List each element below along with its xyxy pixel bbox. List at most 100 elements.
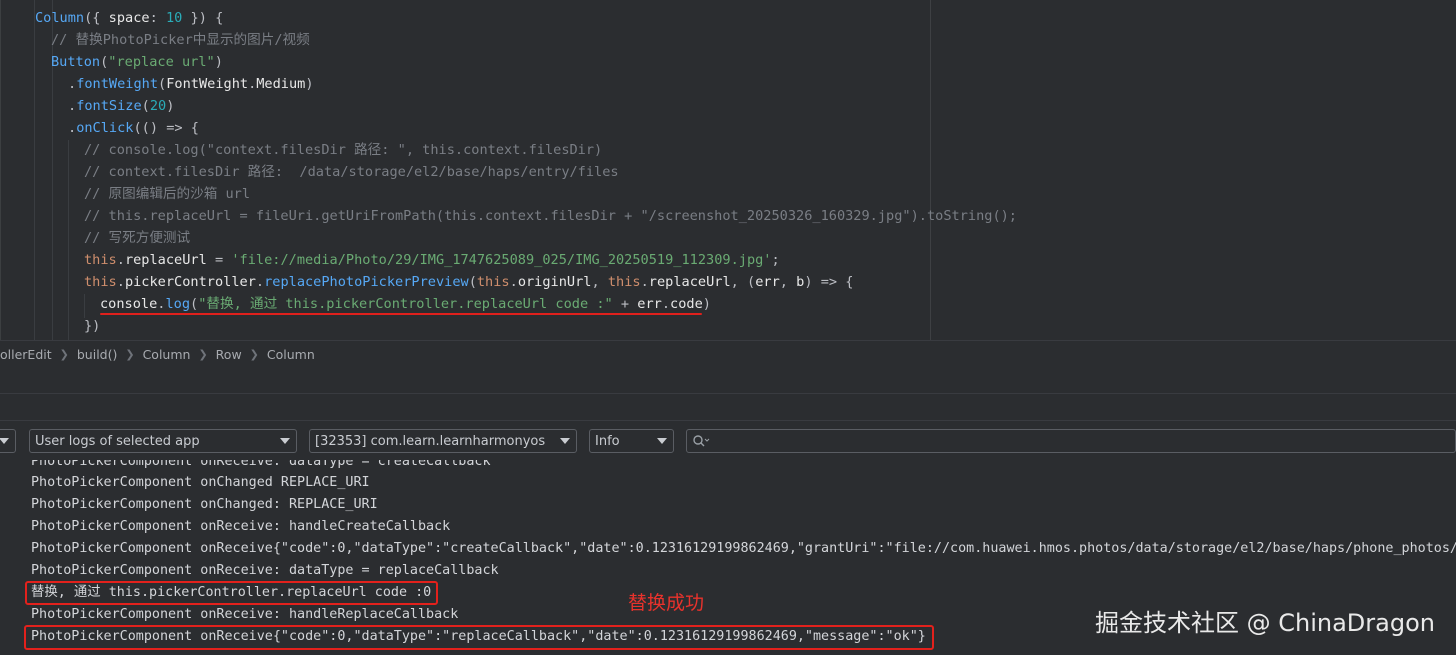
- code-token: 20: [149, 98, 167, 114]
- code-token: ) => {: [804, 274, 854, 290]
- code-line: console. log("替换, 通过 this.pickerControlle…: [100, 293, 711, 315]
- code-token: "替换, 通过 this.pickerController.replaceUrl…: [198, 296, 613, 312]
- log-output[interactable]: PhotoPickerComponent onReceive: dataType…: [0, 460, 1456, 655]
- code-token: .: [68, 120, 77, 136]
- code-token: // context.filesDir 路径: /data/storage/el…: [84, 164, 619, 180]
- code-token: space: [108, 10, 150, 26]
- chevron-right-icon: ❯: [59, 347, 69, 361]
- code-line: Button("replace url"): [51, 51, 223, 73]
- code-token: .: [116, 252, 125, 268]
- code-token: (: [190, 296, 199, 312]
- code-token: +: [612, 296, 638, 312]
- red-underline-annotation: [100, 313, 702, 315]
- code-token: }): [84, 318, 101, 334]
- code-token: FontWeight: [166, 76, 249, 92]
- code-token: Medium: [256, 76, 306, 92]
- log-search-input[interactable]: [686, 429, 1456, 453]
- code-line: // 替换PhotoPicker中显示的图片/视频: [51, 29, 310, 51]
- code-token: 10: [165, 10, 183, 26]
- code-token: .: [116, 274, 125, 290]
- code-token: replacePhotoPickerPreview: [264, 274, 469, 290]
- log-line: PhotoPickerComponent onReceive: dataType…: [31, 563, 499, 578]
- code-token: err: [755, 274, 780, 290]
- code-token: .: [255, 274, 265, 290]
- code-token: ): [214, 54, 223, 70]
- code-token: =: [206, 252, 232, 268]
- log-toolbar: User logs of selected app [32353] com.le…: [0, 420, 1456, 461]
- process-select[interactable]: [32353] com.learn.learnharmonyos: [309, 429, 577, 453]
- code-token: 'file://media/Photo/29/IMG_1747625089_02…: [231, 252, 772, 268]
- breadcrumb-item[interactable]: Column: [143, 347, 191, 362]
- code-token: pickerController: [124, 274, 256, 290]
- success-annotation: 替换成功: [628, 592, 705, 614]
- code-token: .: [68, 98, 77, 114]
- code-token: (: [158, 76, 167, 92]
- log-filter-value: User logs of selected app: [35, 433, 200, 449]
- search-icon: [693, 435, 710, 447]
- breadcrumb-item[interactable]: build(): [77, 347, 118, 362]
- indent-guide: [34, 0, 35, 340]
- code-token: // 写死方便测试: [84, 230, 191, 246]
- chevron-down-icon: [560, 438, 570, 444]
- code-token: this: [84, 252, 117, 268]
- process-value: [32353] com.learn.learnharmonyos: [315, 433, 546, 449]
- watermark: 掘金技术社区 @ ChinaDragon: [1095, 609, 1435, 637]
- code-token: this: [84, 274, 117, 290]
- log-level-value: Info: [595, 433, 620, 449]
- code-token: replaceUrl: [124, 252, 207, 268]
- code-token: fontSize: [76, 98, 142, 114]
- code-token: originUrl: [517, 274, 592, 290]
- device-select[interactable]: [0, 429, 16, 453]
- code-token: ): [305, 76, 314, 92]
- code-token: ({: [84, 10, 109, 26]
- right-margin-guide: [930, 0, 931, 340]
- log-panel-header: [0, 367, 1456, 394]
- code-line: .fontSize(20): [68, 95, 174, 117]
- log-filter-select[interactable]: User logs of selected app: [29, 429, 297, 453]
- code-token: .: [640, 274, 649, 290]
- breadcrumb-item[interactable]: Row: [216, 347, 242, 362]
- log-line: PhotoPickerComponent onChanged: REPLACE_…: [31, 497, 378, 512]
- code-token: (: [141, 98, 150, 114]
- code-token: // 替换PhotoPicker中显示的图片/视频: [51, 32, 310, 48]
- code-line: this.replaceUrl = 'file://media/Photo/29…: [84, 249, 780, 271]
- chevron-down-icon: [0, 438, 9, 444]
- code-token: onClick: [76, 120, 134, 136]
- code-token: fontWeight: [76, 76, 159, 92]
- highlight-box-replace-result: [24, 625, 934, 650]
- highlight-box-callback-log: [25, 581, 438, 605]
- gutter-divider: [0, 0, 1, 340]
- code-token: .: [661, 296, 671, 312]
- log-level-select[interactable]: Info: [589, 429, 674, 453]
- code-token: this: [476, 274, 510, 290]
- code-token: .: [68, 76, 77, 92]
- code-line: .onClick(() => {: [68, 117, 199, 139]
- breadcrumb-item[interactable]: Column: [267, 347, 315, 362]
- code-token: // this.replaceUrl = fileUri.getUriFromP…: [84, 208, 1017, 224]
- code-token: console: [100, 296, 158, 312]
- chevron-down-icon: [280, 438, 290, 444]
- code-token: // 原图编辑后的沙箱 url: [84, 186, 251, 202]
- chevron-right-icon: ❯: [249, 347, 259, 361]
- code-line: // 写死方便测试: [84, 227, 190, 249]
- code-token: :: [149, 10, 166, 26]
- code-editor[interactable]: Column({ space: 10 }) {// 替换PhotoPicker中…: [0, 0, 1456, 340]
- chevron-right-icon: ❯: [198, 347, 208, 361]
- log-line: PhotoPickerComponent onReceive: handleCr…: [31, 519, 451, 534]
- code-token: log: [165, 296, 191, 312]
- code-token: (() => {: [133, 120, 199, 136]
- chevron-down-icon: [657, 438, 667, 444]
- chevron-right-icon: ❯: [125, 347, 135, 361]
- log-line: PhotoPickerComponent onChanged REPLACE_U…: [31, 475, 370, 490]
- code-token: Column: [35, 10, 85, 26]
- breadcrumb: ollerEdit ❯ build() ❯ Column ❯ Row ❯ Col…: [0, 340, 1456, 368]
- indent-guide: [68, 140, 69, 340]
- code-token: ): [166, 98, 175, 114]
- code-line: .fontWeight(FontWeight.Medium): [68, 73, 314, 95]
- code-token: ,: [591, 274, 608, 290]
- breadcrumb-item[interactable]: ollerEdit: [0, 347, 52, 362]
- code-line: this.pickerController.replacePhotoPicker…: [84, 271, 853, 293]
- code-token: Button: [51, 54, 101, 70]
- code-token: code: [670, 296, 703, 312]
- code-token: err: [637, 296, 662, 312]
